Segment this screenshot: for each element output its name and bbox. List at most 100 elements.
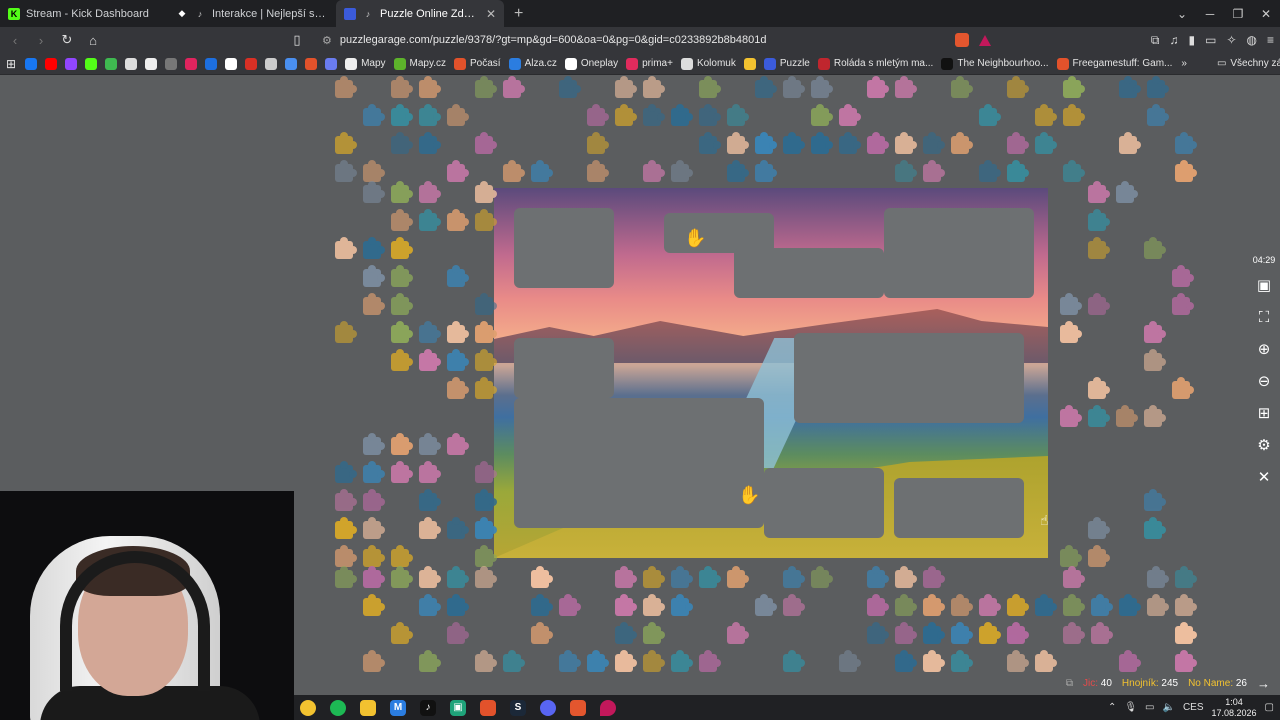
puzzle-piece[interactable] xyxy=(1175,132,1197,154)
puzzle-piece[interactable] xyxy=(755,132,777,154)
puzzle-piece[interactable] xyxy=(419,461,441,483)
puzzle-piece[interactable] xyxy=(475,76,497,98)
puzzle-piece[interactable] xyxy=(951,132,973,154)
puzzle-piece[interactable] xyxy=(1147,566,1169,588)
puzzle-piece[interactable] xyxy=(1035,594,1057,616)
puzzle-piece[interactable] xyxy=(643,104,665,126)
puzzle-piece[interactable] xyxy=(1060,405,1082,427)
puzzle-piece[interactable] xyxy=(419,349,441,371)
bookmark-item[interactable] xyxy=(65,57,78,70)
puzzle-piece[interactable] xyxy=(783,566,805,588)
puzzle-piece[interactable] xyxy=(419,76,441,98)
puzzle-piece[interactable] xyxy=(335,566,357,588)
puzzle-piece[interactable] xyxy=(391,181,413,203)
puzzle-piece[interactable] xyxy=(867,594,889,616)
puzzle-piece[interactable] xyxy=(1035,132,1057,154)
puzzle-piece[interactable] xyxy=(615,104,637,126)
puzzle-piece[interactable] xyxy=(335,321,357,343)
leo-icon[interactable]: ✧ xyxy=(1226,33,1236,47)
puzzle-piece[interactable] xyxy=(951,622,973,644)
puzzle-piece[interactable] xyxy=(391,104,413,126)
puzzle-piece[interactable] xyxy=(475,566,497,588)
puzzle-piece[interactable] xyxy=(1175,594,1197,616)
puzzle-piece[interactable] xyxy=(1088,517,1110,539)
puzzle-piece[interactable] xyxy=(727,132,749,154)
bookmark-item[interactable] xyxy=(145,57,158,70)
home-icon[interactable]: ⌂ xyxy=(84,33,102,48)
puzzle-piece[interactable] xyxy=(1147,594,1169,616)
puzzle-piece[interactable] xyxy=(1119,76,1141,98)
vscode-icon[interactable]: M xyxy=(390,699,406,716)
vpn-icon[interactable]: ◍ xyxy=(1247,33,1257,47)
puzzle-piece[interactable] xyxy=(755,160,777,182)
puzzle-piece[interactable] xyxy=(1007,132,1029,154)
puzzle-piece[interactable] xyxy=(783,594,805,616)
puzzle-piece[interactable] xyxy=(587,160,609,182)
puzzle-piece[interactable] xyxy=(475,132,497,154)
tray-up-icon[interactable]: ⌃ xyxy=(1108,702,1116,713)
puzzle-piece[interactable] xyxy=(699,566,721,588)
puzzle-piece[interactable] xyxy=(699,650,721,672)
puzzle-piece[interactable] xyxy=(699,132,721,154)
puzzle-piece[interactable] xyxy=(1063,160,1085,182)
puzzle-piece[interactable] xyxy=(363,433,385,455)
puzzle-piece[interactable] xyxy=(447,517,469,539)
bookmark-item[interactable] xyxy=(165,57,178,70)
bookmark-item[interactable] xyxy=(45,57,58,70)
puzzle-piece[interactable] xyxy=(335,461,357,483)
close-tab-icon[interactable]: ✕ xyxy=(486,7,496,21)
puzzle-piece[interactable] xyxy=(643,76,665,98)
puzzle-piece[interactable] xyxy=(531,594,553,616)
puzzle-piece[interactable] xyxy=(447,377,469,399)
discord-icon[interactable] xyxy=(540,699,556,716)
puzzle-piece[interactable] xyxy=(1060,293,1082,315)
puzzle-piece[interactable] xyxy=(671,566,693,588)
puzzle-piece[interactable] xyxy=(363,566,385,588)
puzzle-piece[interactable] xyxy=(475,377,497,399)
puzzle-piece[interactable] xyxy=(1175,160,1197,182)
arrow-right-icon[interactable]: → xyxy=(1257,676,1270,691)
puzzle-piece[interactable] xyxy=(1035,104,1057,126)
puzzle-piece[interactable] xyxy=(951,650,973,672)
puzzle-piece[interactable] xyxy=(559,594,581,616)
puzzle-piece[interactable] xyxy=(755,594,777,616)
puzzle-piece[interactable] xyxy=(391,566,413,588)
puzzle-piece[interactable] xyxy=(363,461,385,483)
language-indicator[interactable]: CES xyxy=(1183,702,1204,713)
puzzle-piece[interactable] xyxy=(447,160,469,182)
restore-icon[interactable]: ❐ xyxy=(1224,7,1252,21)
puzzle-piece[interactable] xyxy=(895,566,917,588)
puzzle-piece[interactable] xyxy=(419,650,441,672)
puzzle-piece[interactable] xyxy=(615,76,637,98)
puzzle-piece[interactable] xyxy=(363,545,385,567)
puzzle-piece[interactable] xyxy=(363,160,385,182)
puzzle-piece[interactable] xyxy=(363,594,385,616)
puzzle-piece[interactable] xyxy=(867,622,889,644)
chrome-icon[interactable] xyxy=(300,699,316,716)
puzzle-piece[interactable] xyxy=(1088,209,1110,231)
puzzle-piece[interactable] xyxy=(531,622,553,644)
puzzle-piece[interactable] xyxy=(615,594,637,616)
puzzle-piece[interactable] xyxy=(531,566,553,588)
puzzle-piece[interactable] xyxy=(419,433,441,455)
puzzle-piece[interactable] xyxy=(895,650,917,672)
puzzle-piece[interactable] xyxy=(783,132,805,154)
puzzle-piece[interactable] xyxy=(475,489,497,511)
puzzle-piece[interactable] xyxy=(979,622,1001,644)
puzzle-piece[interactable] xyxy=(923,566,945,588)
puzzle-piece[interactable] xyxy=(1091,622,1113,644)
bookmark-item[interactable]: prima+ xyxy=(626,57,673,70)
puzzle-piece[interactable] xyxy=(867,132,889,154)
puzzle-piece[interactable] xyxy=(391,76,413,98)
tab-search-icon[interactable]: ⌄ xyxy=(1168,7,1196,21)
sidebar-icon[interactable]: ▮ xyxy=(1188,33,1195,47)
puzzle-piece[interactable] xyxy=(643,566,665,588)
window-close-icon[interactable]: ✕ xyxy=(1252,7,1280,21)
adobe-icon[interactable] xyxy=(480,699,496,716)
puzzle-piece[interactable] xyxy=(643,622,665,644)
puzzle-piece[interactable] xyxy=(727,160,749,182)
puzzle-piece[interactable] xyxy=(391,237,413,259)
puzzle-piece[interactable] xyxy=(1147,76,1169,98)
puzzle-piece[interactable] xyxy=(391,461,413,483)
puzzle-piece[interactable] xyxy=(391,349,413,371)
